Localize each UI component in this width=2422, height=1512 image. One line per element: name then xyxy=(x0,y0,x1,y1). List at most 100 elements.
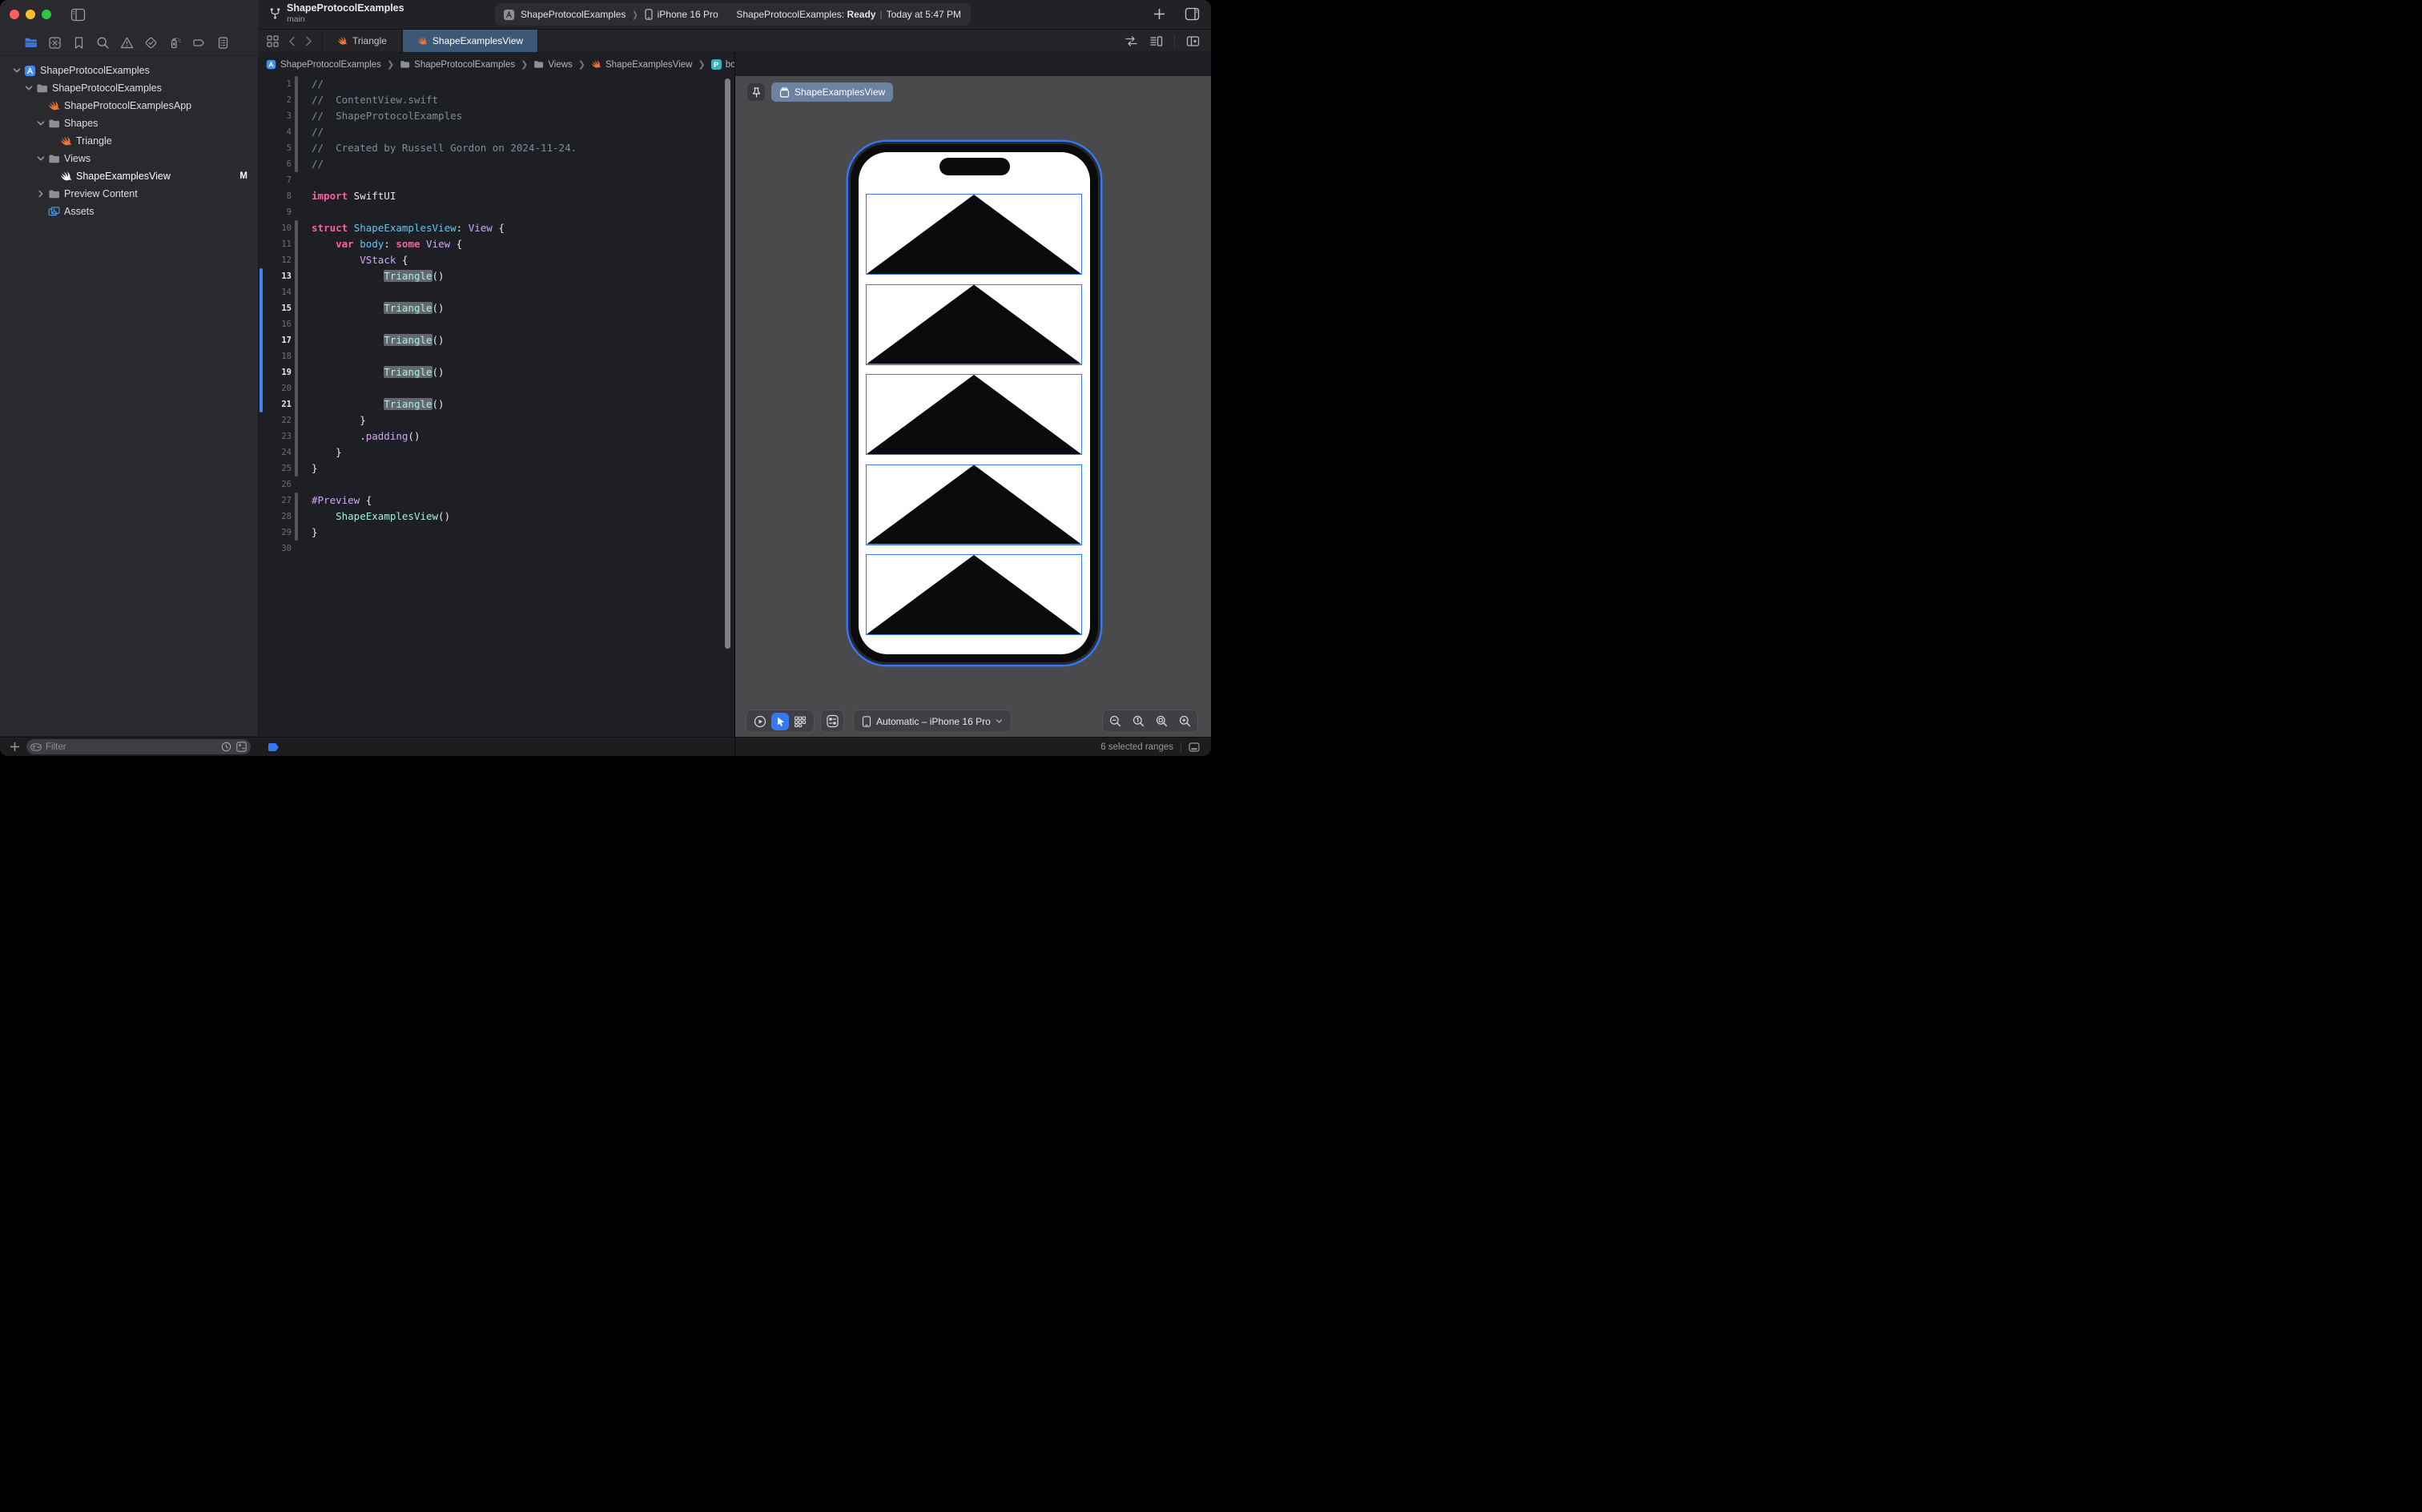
disclosure-down-icon[interactable] xyxy=(35,153,46,164)
debug-spray-icon[interactable] xyxy=(168,36,182,50)
xcode-cloud-icon[interactable] xyxy=(48,36,62,50)
triangle-view-4[interactable] xyxy=(866,464,1082,545)
related-items-icon[interactable] xyxy=(267,35,279,47)
search-icon[interactable] xyxy=(96,36,110,50)
code-line-13[interactable]: 13 Triangle() xyxy=(259,268,734,284)
folder-fill-icon[interactable] xyxy=(24,36,38,50)
go-back-icon[interactable] xyxy=(288,36,296,46)
filter-input[interactable]: Filter xyxy=(26,739,251,754)
navigator-row-views[interactable]: Views xyxy=(0,150,258,167)
code-line-8[interactable]: 8import SwiftUI xyxy=(259,188,734,204)
code-line-28[interactable]: 28 ShapeExamplesView() xyxy=(259,509,734,525)
disclosure-down-icon[interactable] xyxy=(35,118,46,129)
minimize-window-button[interactable] xyxy=(26,10,35,19)
source-editor[interactable]: 1//2// ContentView.swift3// ShapeProtoco… xyxy=(259,76,734,737)
variants-mode-button[interactable] xyxy=(794,715,807,728)
code-line-6[interactable]: 6// xyxy=(259,156,734,172)
recent-files-icon[interactable] xyxy=(221,742,231,752)
code-line-15[interactable]: 15 Triangle() xyxy=(259,300,734,316)
code-line-30[interactable]: 30 xyxy=(259,541,734,557)
zoom-100-button[interactable] xyxy=(1133,715,1145,727)
scheme-name[interactable]: ShapeProtocolExamples xyxy=(521,9,626,20)
code-line-14[interactable]: 14 xyxy=(259,284,734,300)
bookmark-icon[interactable] xyxy=(72,36,86,50)
breadcrumb-shapeexamplesview[interactable]: ShapeExamplesView xyxy=(591,59,692,70)
iphone-preview-device[interactable] xyxy=(848,142,1100,665)
source-control-filter-icon[interactable] xyxy=(236,742,247,752)
preview-view-chip[interactable]: ShapeExamplesView xyxy=(771,82,893,102)
editor-scrollbar[interactable] xyxy=(725,78,730,649)
add-editor-icon[interactable] xyxy=(1186,34,1200,48)
code-line-19[interactable]: 19 Triangle() xyxy=(259,364,734,380)
code-line-3[interactable]: 3// ShapeProtocolExamples xyxy=(259,108,734,124)
zoom-in-button[interactable] xyxy=(1179,715,1191,727)
selectable-mode-button[interactable] xyxy=(771,713,789,730)
code-line-17[interactable]: 17 Triangle() xyxy=(259,332,734,348)
triangle-view-2[interactable] xyxy=(866,284,1082,365)
code-review-icon[interactable] xyxy=(1124,34,1138,48)
code-line-10[interactable]: 10struct ShapeExamplesView: View { xyxy=(259,220,734,236)
navigator-row-shapeexamplesview[interactable]: ShapeExamplesViewM xyxy=(0,167,258,185)
editor-tab-shapeexamplesview[interactable]: ShapeExamplesView xyxy=(402,30,538,52)
zoom-window-button[interactable] xyxy=(42,10,51,19)
code-line-11[interactable]: 11 var body: some View { xyxy=(259,236,734,252)
report-icon[interactable] xyxy=(216,36,230,50)
breakpoint-indicator-icon[interactable] xyxy=(268,743,279,751)
editor-tab-triangle[interactable]: Triangle xyxy=(322,30,402,52)
code-line-16[interactable]: 16 xyxy=(259,316,734,332)
code-line-27[interactable]: 27#Preview { xyxy=(259,493,734,509)
code-line-4[interactable]: 4// xyxy=(259,124,734,140)
code-line-5[interactable]: 5// Created by Russell Gordon on 2024-11… xyxy=(259,140,734,156)
navigator-row-shapeprotocolexamples[interactable]: ShapeProtocolExamples xyxy=(0,79,258,97)
triangle-view-1[interactable] xyxy=(866,194,1082,275)
pin-preview-button[interactable] xyxy=(747,83,765,101)
navigator-row-preview-content[interactable]: Preview Content xyxy=(0,185,258,203)
navigator-row-shapes[interactable]: Shapes xyxy=(0,115,258,132)
code-line-7[interactable]: 7 xyxy=(259,172,734,188)
breadcrumb-views[interactable]: Views xyxy=(533,59,572,70)
code-line-20[interactable]: 20 xyxy=(259,380,734,396)
breadcrumb-shapeprotocolexamples[interactable]: ShapeProtocolExamples xyxy=(266,59,381,70)
add-button[interactable] xyxy=(1152,6,1167,22)
code-line-1[interactable]: 1// xyxy=(259,76,734,92)
disclosure-right-icon[interactable] xyxy=(35,188,46,199)
code-line-12[interactable]: 12 VStack { xyxy=(259,252,734,268)
scheme-bar[interactable]: ShapeProtocolExamples ❭ iPhone 16 Pro Sh… xyxy=(495,3,971,26)
close-window-button[interactable] xyxy=(10,10,19,19)
preview-screen[interactable] xyxy=(859,152,1090,654)
code-line-18[interactable]: 18 xyxy=(259,348,734,364)
inspector-toggle-icon[interactable] xyxy=(1185,6,1200,22)
disclosure-down-icon[interactable] xyxy=(11,65,22,76)
code-line-9[interactable]: 9 xyxy=(259,204,734,220)
editor-options-icon[interactable] xyxy=(1149,34,1163,48)
live-preview-button[interactable] xyxy=(754,715,766,728)
disclosure-down-icon[interactable] xyxy=(23,82,34,94)
test-diamond-icon[interactable] xyxy=(144,36,158,50)
go-forward-icon[interactable] xyxy=(305,36,312,46)
code-line-25[interactable]: 25} xyxy=(259,460,734,477)
add-file-button[interactable] xyxy=(10,742,20,752)
breadcrumb-shapeprotocolexamples[interactable]: ShapeProtocolExamples xyxy=(400,59,515,70)
code-line-23[interactable]: 23 .padding() xyxy=(259,428,734,444)
code-line-29[interactable]: 29} xyxy=(259,525,734,541)
navigator-row-shapeprotocolexamplesapp[interactable]: ShapeProtocolExamplesApp xyxy=(0,97,258,115)
navigator-toggle-icon[interactable] xyxy=(70,7,86,22)
navigator-row-triangle[interactable]: Triangle xyxy=(0,132,258,150)
breakpoint-tag-icon[interactable] xyxy=(192,36,206,50)
navigator-row-assets[interactable]: Assets xyxy=(0,203,258,220)
triangle-view-3[interactable] xyxy=(866,374,1082,455)
code-line-22[interactable]: 22 } xyxy=(259,412,734,428)
preview-device-picker[interactable]: Automatic – iPhone 16 Pro xyxy=(853,710,1012,733)
device-bezels-icon[interactable] xyxy=(1189,742,1200,752)
navigator-row-shapeprotocolexamples[interactable]: ShapeProtocolExamples xyxy=(0,62,258,79)
triangle-view-5[interactable] xyxy=(866,554,1082,635)
code-line-21[interactable]: 21 Triangle() xyxy=(259,396,734,412)
code-line-24[interactable]: 24 } xyxy=(259,444,734,460)
warning-icon[interactable] xyxy=(120,36,134,50)
run-destination[interactable]: iPhone 16 Pro xyxy=(658,9,718,20)
code-line-26[interactable]: 26 xyxy=(259,477,734,493)
code-line-2[interactable]: 2// ContentView.swift xyxy=(259,92,734,108)
zoom-fit-button[interactable] xyxy=(1156,715,1168,727)
zoom-out-button[interactable] xyxy=(1109,715,1121,727)
preview-settings-button[interactable] xyxy=(820,710,844,733)
